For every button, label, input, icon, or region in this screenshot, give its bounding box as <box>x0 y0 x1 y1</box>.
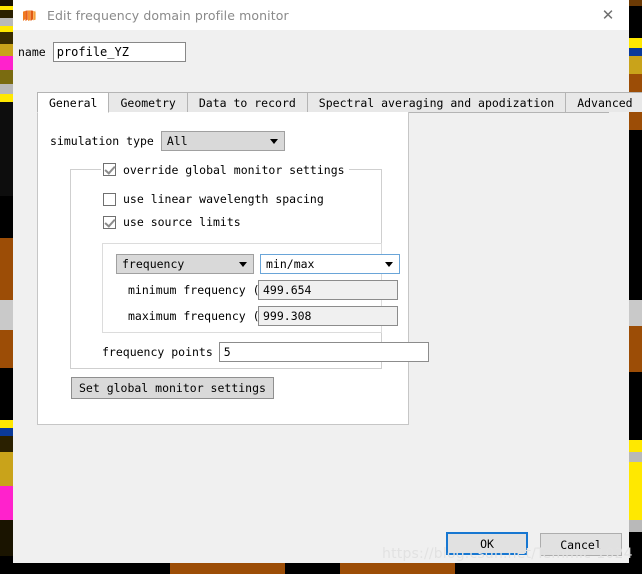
use-source-limits-label: use source limits <box>123 215 241 229</box>
edit-frequency-domain-profile-monitor-dialog: Edit frequency domain profile monitor ✕ … <box>13 0 642 563</box>
range-mode-select[interactable]: min/max <box>260 254 400 274</box>
frequency-points-row: frequency points <box>102 342 429 362</box>
chevron-down-icon <box>239 261 247 267</box>
tab-general[interactable]: General <box>37 92 110 113</box>
frequency-points-input[interactable] <box>218 342 429 362</box>
override-global-monitor-settings-legend[interactable]: override global monitor settings <box>101 162 349 177</box>
override-global-monitor-settings-group: override global monitor settings use lin… <box>70 162 429 369</box>
simulation-type-label: simulation type <box>50 134 154 148</box>
set-global-monitor-settings-button[interactable]: Set global monitor settings <box>71 377 274 399</box>
tab-data-to-record[interactable]: Data to record <box>186 92 308 112</box>
watermark-text: https://blog.csdn.net/Temmic-1024 <box>382 546 633 562</box>
maximum-frequency-row: maximum frequency (THz) <box>116 306 398 326</box>
minimum-frequency-label: minimum frequency (THz) <box>128 283 288 297</box>
tab-advanced[interactable]: Advanced <box>565 92 642 112</box>
use-source-limits-row[interactable]: use source limits <box>103 215 241 229</box>
minimum-frequency-input[interactable] <box>258 280 398 300</box>
frequency-range-group: frequency min/max minimum frequency (THz… <box>102 243 400 333</box>
domain-select-value: frequency <box>122 257 185 271</box>
simulation-type-row: simulation type All <box>50 131 285 151</box>
simulation-type-value: All <box>166 134 188 148</box>
maximum-frequency-label: maximum frequency (THz) <box>128 309 288 323</box>
lumerical-logo-icon <box>21 6 38 24</box>
close-icon[interactable]: ✕ <box>587 0 629 30</box>
minimum-frequency-row: minimum frequency (THz) <box>116 280 398 300</box>
tab-geometry[interactable]: Geometry <box>108 92 188 112</box>
name-row: name <box>18 42 186 62</box>
tab-spectral-averaging-and-apodization[interactable]: Spectral averaging and apodization <box>306 92 567 112</box>
title-bar: Edit frequency domain profile monitor ✕ <box>13 0 629 30</box>
tab-bar: General Geometry Data to record Spectral… <box>37 92 642 113</box>
dialog-body: name General Geometry Data to record Spe… <box>13 30 642 563</box>
general-tab-panel: simulation type All override global moni… <box>37 112 429 425</box>
use-source-limits-checkbox[interactable] <box>103 215 116 229</box>
use-linear-wavelength-spacing-checkbox[interactable] <box>103 192 116 206</box>
chevron-down-icon <box>269 138 278 144</box>
name-input[interactable] <box>52 42 186 62</box>
domain-select[interactable]: frequency <box>116 254 254 274</box>
simulation-type-select[interactable]: All <box>160 131 285 151</box>
override-global-monitor-settings-label: override global monitor settings <box>123 162 345 177</box>
background-strip-left <box>0 0 13 574</box>
use-linear-wavelength-spacing-row[interactable]: use linear wavelength spacing <box>103 192 324 206</box>
use-linear-wavelength-spacing-label: use linear wavelength spacing <box>123 192 324 206</box>
frequency-points-label: frequency points <box>102 345 213 359</box>
range-mode-select-value: min/max <box>266 257 315 271</box>
chevron-down-icon <box>385 261 393 267</box>
domain-and-mode-row: frequency min/max <box>116 254 400 274</box>
window-title: Edit frequency domain profile monitor <box>47 7 289 23</box>
override-global-monitor-settings-checkbox[interactable] <box>103 163 116 176</box>
maximum-frequency-input[interactable] <box>258 306 398 326</box>
name-label: name <box>18 45 46 59</box>
